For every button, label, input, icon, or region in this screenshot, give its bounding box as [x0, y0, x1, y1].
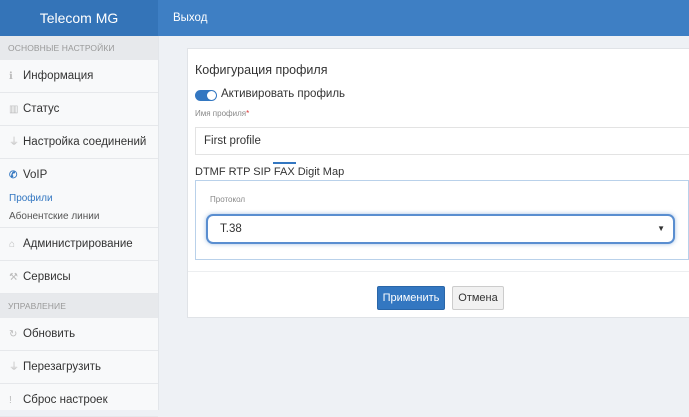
brand-logo[interactable]: Telecom MG — [0, 0, 158, 36]
sidebar-item-status[interactable]: ▥ Статус — [0, 93, 158, 126]
form-divider — [188, 271, 689, 272]
page-title: Кофигурация профиля — [195, 63, 328, 77]
protocol-label: Протокол — [210, 195, 246, 204]
tab-digit-map[interactable]: Digit Map — [298, 166, 344, 178]
sidebar-item-reboot[interactable]: ⏚ Перезагрузить — [0, 351, 158, 384]
phone-icon: ✆ — [9, 170, 18, 181]
plug-icon: ⏚ — [9, 362, 19, 373]
info-icon: ℹ — [9, 71, 13, 82]
sidebar-section-control: УПРАВЛЕНИЕ — [0, 294, 158, 318]
activate-profile-toggle[interactable] — [195, 90, 217, 101]
sidebar-item-info[interactable]: ℹ Информация — [0, 60, 158, 93]
sidebar-item-label: Информация — [23, 70, 94, 82]
sidebar: ОСНОВНЫЕ НАСТРОЙКИ ℹ Информация ▥ Статус ⏚… — [0, 36, 159, 417]
tab-dtmf[interactable]: DTMF — [195, 166, 226, 178]
sidebar-item-administration[interactable]: ⌂ Администрирование — [0, 228, 158, 261]
sidebar-section-main: ОСНОВНЫЕ НАСТРОЙКИ — [0, 36, 158, 60]
sidebar-item-label: Сброс настроек — [23, 394, 108, 406]
profile-tabs: DTMF RTP SIP FAX Digit Map — [195, 164, 344, 180]
activate-profile-label[interactable]: Активировать профиль — [221, 88, 345, 100]
logout-link[interactable]: Выход — [173, 0, 207, 36]
sidebar-item-reset[interactable]: ! Сброс настроек — [0, 384, 158, 417]
refresh-icon: ↻ — [9, 329, 18, 340]
cancel-button[interactable]: Отмена — [452, 286, 504, 310]
sidebar-item-label: Сервисы — [23, 271, 71, 283]
top-navbar: Telecom MG Выход — [0, 0, 689, 36]
sidebar-subitem-subscriber-lines[interactable]: Абонентские линии — [0, 208, 158, 228]
chevron-down-icon: ▼ — [657, 224, 665, 233]
wrench-icon: ⚒ — [9, 272, 18, 283]
profile-name-input[interactable]: First profile — [195, 127, 689, 155]
profile-config-card: Кофигурация профиля Активировать профиль… — [187, 48, 689, 318]
sidebar-item-label: Статус — [23, 103, 60, 115]
protocol-select[interactable]: T.38 ▼ — [206, 214, 675, 244]
protocol-select-value: T.38 — [220, 223, 242, 235]
tab-rtp[interactable]: RTP — [229, 166, 251, 178]
sidebar-item-voip[interactable]: ✆ VoIP — [0, 159, 158, 190]
sidebar-item-connections[interactable]: ⏚ Настройка соединений — [0, 126, 158, 159]
exclamation-icon: ! — [9, 395, 12, 406]
chart-icon: ▥ — [9, 104, 19, 115]
sidebar-item-services[interactable]: ⚒ Сервисы — [0, 261, 158, 294]
apply-button[interactable]: Применить — [377, 286, 445, 310]
tab-fax[interactable]: FAX — [274, 166, 295, 178]
plug-icon: ⏚ — [9, 137, 19, 148]
sidebar-subitem-profiles[interactable]: Профили — [0, 190, 158, 208]
sidebar-item-label: Настройка соединений — [23, 136, 147, 148]
fax-tab-panel: Протокол T.38 ▼ — [195, 180, 689, 260]
bank-icon: ⌂ — [9, 239, 16, 250]
sidebar-item-update[interactable]: ↻ Обновить — [0, 318, 158, 351]
sidebar-item-label: VoIP — [23, 169, 48, 181]
sidebar-item-label: Перезагрузить — [23, 361, 102, 373]
profile-name-label: Имя профиля* — [195, 109, 249, 118]
tab-sip[interactable]: SIP — [253, 166, 271, 178]
sidebar-item-label: Администрирование — [23, 238, 133, 250]
required-mark: * — [246, 109, 250, 118]
sidebar-item-label: Обновить — [23, 328, 76, 340]
profile-name-label-text: Имя профиля — [195, 109, 247, 118]
